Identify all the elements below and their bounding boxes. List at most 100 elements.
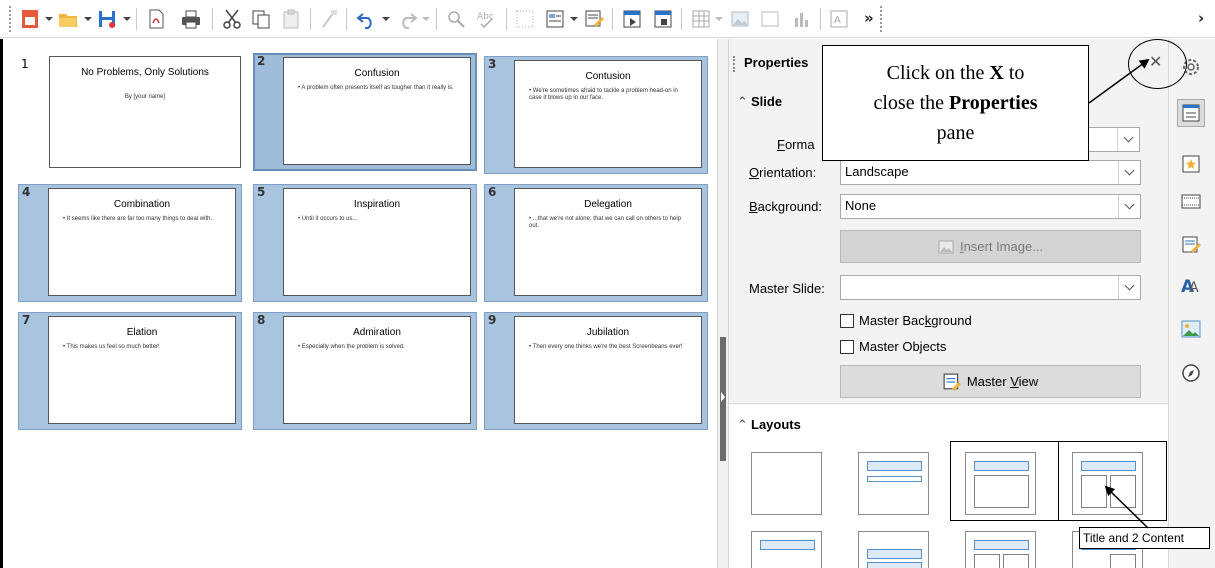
- open-folder-icon[interactable]: [55, 6, 81, 32]
- layout-title-only[interactable]: [751, 531, 822, 568]
- media-icon[interactable]: [757, 6, 783, 32]
- export-pdf-icon[interactable]: [143, 6, 169, 32]
- slide-title: Delegation: [584, 199, 632, 210]
- slide-title: Confusion: [354, 68, 400, 79]
- slide-body: • Then every one thinks we're the best S…: [529, 344, 683, 350]
- master-view-button[interactable]: Master View: [840, 365, 1141, 398]
- slide-body: • A problem often presents itself as tou…: [298, 85, 454, 91]
- save-dropdown-arrow[interactable]: [122, 10, 132, 28]
- table-dropdown-arrow[interactable]: [714, 10, 724, 28]
- slide-thumbnail-8[interactable]: 8 Admiration • Especially when the probl…: [253, 312, 477, 430]
- master-objects-checkbox[interactable]: Master Objects: [840, 339, 946, 354]
- insert-image-button: Insert Image...: [840, 230, 1141, 263]
- layouts-section-header[interactable]: ⌃ Layouts: [737, 417, 801, 433]
- sidebar-gallery-icon[interactable]: [1177, 315, 1205, 343]
- slide-thumbnail-7[interactable]: 7 Elation • This makes us feel so much b…: [18, 312, 242, 430]
- master-background-checkbox[interactable]: Master Background: [840, 313, 972, 328]
- undo-dropdown-arrow[interactable]: [381, 10, 391, 28]
- copy-icon[interactable]: [248, 6, 274, 32]
- sidebar-navigator-icon[interactable]: [1177, 359, 1205, 387]
- checkbox-box: [840, 313, 854, 328]
- cut-icon[interactable]: [219, 6, 245, 32]
- slide-title: Elation: [126, 327, 158, 338]
- display-grid-icon[interactable]: [512, 6, 538, 32]
- new-dropdown-arrow[interactable]: [44, 10, 54, 28]
- table-icon[interactable]: [688, 6, 714, 32]
- open-dropdown-arrow[interactable]: [83, 10, 93, 28]
- sidebar-master-slides-icon[interactable]: [1177, 231, 1205, 259]
- layout-title-slide[interactable]: [858, 452, 929, 515]
- slide-title: Admiration: [353, 327, 401, 338]
- clone-formatting-icon: [316, 6, 342, 32]
- format-select[interactable]: [1084, 127, 1140, 152]
- format-label: Forma: [777, 137, 815, 152]
- slide-title: Jubilation: [586, 327, 630, 338]
- sidebar-properties-icon[interactable]: [1177, 99, 1205, 127]
- insert-chart-icon[interactable]: [788, 6, 814, 32]
- display-views-dropdown-arrow[interactable]: [569, 10, 579, 28]
- slide-thumbnail-1[interactable]: 1 No Problems, Only Solutions By [your n…: [21, 56, 257, 174]
- collapse-sidebar-handle[interactable]: [720, 337, 726, 461]
- save-icon[interactable]: [94, 6, 120, 32]
- slide-thumbnail-2[interactable]: 2 Confusion • A problem often presents i…: [253, 53, 477, 171]
- sidebar-animation-icon[interactable]: [1177, 187, 1205, 215]
- standard-toolbar: Abc A » ›: [0, 0, 1215, 38]
- insert-image-icon[interactable]: [727, 6, 753, 32]
- layout-blank-slide[interactable]: [751, 452, 822, 515]
- image-icon: [938, 240, 954, 253]
- collapse-caret-icon: ⌃: [737, 94, 748, 109]
- master-slide-select[interactable]: [840, 275, 1141, 300]
- slide-number: 1: [21, 57, 29, 71]
- undo-icon[interactable]: [353, 6, 379, 32]
- chevron-down-icon: [1118, 195, 1140, 218]
- slide-number: 8: [257, 313, 266, 327]
- background-select[interactable]: None: [840, 194, 1141, 219]
- print-icon[interactable]: [178, 6, 204, 32]
- slide-preview: Combination • It seems like there are fa…: [48, 188, 236, 296]
- slide-thumbnail-3[interactable]: 3 Contusion • We're sometimes afraid to …: [484, 56, 708, 174]
- sidebar-slide-transition-icon[interactable]: [1177, 150, 1205, 178]
- spelling-icon[interactable]: Abc: [473, 6, 499, 32]
- panel-title: Properties: [744, 55, 809, 70]
- toolbar-separator: [820, 8, 821, 30]
- toolbar-grip[interactable]: [9, 6, 12, 32]
- layouts-section-title: Layouts: [751, 417, 801, 432]
- layout-centered-text[interactable]: [858, 531, 929, 568]
- chevron-down-icon: [1117, 128, 1139, 151]
- start-from-current-icon[interactable]: [650, 6, 676, 32]
- start-from-first-icon[interactable]: [619, 6, 645, 32]
- slide-section-header[interactable]: ⌃ Slide: [737, 94, 782, 110]
- find-replace-icon[interactable]: [443, 6, 469, 32]
- text-box-icon[interactable]: A: [826, 6, 852, 32]
- panel-grip[interactable]: [733, 56, 736, 72]
- slide-thumbnail-5[interactable]: 5 Inspiration • Until it occurs to us...: [253, 184, 477, 302]
- toolbar-far-overflow[interactable]: ›: [1198, 9, 1204, 27]
- slide-preview: Elation • This makes us feel so much bet…: [48, 316, 236, 424]
- redo-dropdown-arrow: [421, 10, 431, 28]
- layout-title-2-content-content[interactable]: [965, 531, 1036, 568]
- slide-body: • It seems like there are far too many t…: [63, 216, 213, 222]
- slide-number: 6: [488, 185, 497, 199]
- toolbar-grip[interactable]: [880, 6, 883, 32]
- layout-title-2-content[interactable]: [1072, 452, 1143, 515]
- slide-number: 3: [488, 57, 497, 71]
- slide-thumbnail-4[interactable]: 4 Combination • It seems like there are …: [18, 184, 242, 302]
- toolbar-separator: [612, 8, 613, 30]
- slide-title: No Problems, Only Solutions: [81, 67, 209, 78]
- layout-title-content[interactable]: [965, 452, 1036, 515]
- toolbar-overflow-chevron[interactable]: »: [864, 9, 874, 27]
- display-views-icon[interactable]: [542, 6, 568, 32]
- section-divider: [729, 403, 1168, 404]
- slide-preview: Delegation • ...that we're not alone; th…: [514, 188, 702, 296]
- slide-thumbnail-6[interactable]: 6 Delegation • ...that we're not alone; …: [484, 184, 708, 302]
- toolbar-separator: [506, 8, 507, 30]
- master-slide-icon[interactable]: [581, 6, 607, 32]
- slide-thumbnail-9[interactable]: 9 Jubilation • Then every one thinks we'…: [484, 312, 708, 430]
- sidebar-splitter[interactable]: [717, 39, 729, 568]
- paste-icon: [278, 6, 304, 32]
- slide-title: Inspiration: [353, 199, 401, 210]
- sidebar-styles-icon[interactable]: AA: [1177, 271, 1205, 299]
- new-document-icon[interactable]: [17, 6, 43, 32]
- orientation-select[interactable]: Landscape: [840, 160, 1141, 185]
- slide-title: Contusion: [585, 71, 631, 82]
